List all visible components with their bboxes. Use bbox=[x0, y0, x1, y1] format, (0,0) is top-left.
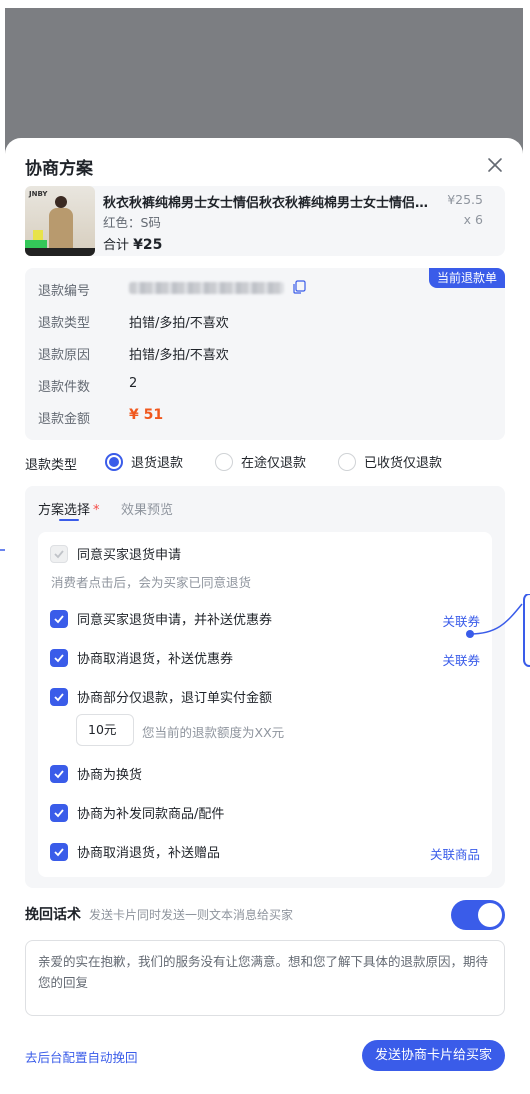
plan-options-card: 同意买家退货申请 消费者点击后，会为买家已同意退货 同意买家退货申请，并补送优惠… bbox=[38, 532, 492, 877]
radio-label: 已收货仅退款 bbox=[364, 456, 443, 471]
refund-info-panel: 当前退款单 退款编号 退款类型 拍错/多拍/不喜欢 退款原因 拍错/多拍/不喜欢… bbox=[25, 268, 505, 440]
refund-count-label: 退款件数 bbox=[38, 380, 91, 395]
check-icon bbox=[54, 614, 64, 623]
option-label: 同意买家退货申请 bbox=[77, 548, 182, 563]
radio-return-and-refund[interactable]: 退货退款 bbox=[105, 452, 183, 471]
radio-dot bbox=[338, 452, 356, 471]
option-agree-return-with-coupon[interactable]: 同意买家退货申请，并补送优惠券 bbox=[50, 609, 272, 628]
checkbox-checked[interactable] bbox=[50, 764, 68, 783]
radio-dot bbox=[215, 452, 233, 471]
option-label: 协商为换货 bbox=[77, 768, 143, 783]
connector-pointer-icon bbox=[466, 594, 530, 667]
checkbox-checked[interactable] bbox=[50, 803, 68, 822]
checkbox-checked[interactable] bbox=[50, 609, 68, 628]
partial-refund-amount-input[interactable]: 10元 bbox=[76, 714, 134, 746]
refund-reason-value: 拍错/多拍/不喜欢 bbox=[129, 348, 229, 363]
option-label: 协商取消退货，补送赠品 bbox=[77, 846, 221, 861]
checkbox-disabled[interactable] bbox=[50, 544, 68, 563]
checkbox-checked[interactable] bbox=[50, 648, 68, 667]
partial-refund-hint: 您当前的退款额度为XX元 bbox=[142, 725, 285, 740]
check-icon bbox=[54, 808, 64, 817]
option-agree-return[interactable]: 同意买家退货申请 bbox=[50, 544, 181, 563]
product-card: JNBY 秋衣秋裤纯棉男士女士情侣秋衣秋裤纯棉男士女士情侣保暖内衣套装 红色：S… bbox=[25, 186, 505, 256]
radio-dot bbox=[105, 452, 123, 471]
option-exchange[interactable]: 协商为换货 bbox=[50, 764, 142, 783]
product-total: 合计 ¥25 bbox=[103, 234, 162, 253]
tab-effect-preview[interactable]: 效果预览 bbox=[121, 499, 173, 518]
option-description: 消费者点击后，会为买家已同意退货 bbox=[51, 575, 252, 590]
product-total-label: 合计 bbox=[103, 238, 130, 253]
product-total-value: ¥25 bbox=[133, 237, 163, 253]
config-auto-retention-link[interactable]: 去后台配置自动挽回 bbox=[25, 1047, 138, 1066]
option-cancel-return-gift[interactable]: 协商取消退货，补送赠品 bbox=[50, 842, 220, 861]
copy-icon[interactable] bbox=[291, 279, 307, 295]
send-negotiation-card-button[interactable]: 发送协商卡片给买家 bbox=[361, 1040, 505, 1071]
check-icon bbox=[54, 549, 64, 558]
product-sku: 红色：S码 bbox=[103, 215, 161, 230]
option-label: 协商取消退货，补送优惠券 bbox=[77, 652, 234, 667]
tab-plan-selection[interactable]: 方案选择 * bbox=[38, 499, 100, 518]
option-label: 协商为补发同款商品/配件 bbox=[77, 807, 225, 822]
refund-count-value: 2 bbox=[129, 376, 138, 391]
check-icon bbox=[54, 692, 64, 701]
refund-type-selector-label: 退款类型 bbox=[25, 458, 78, 473]
refund-reason-label: 退款原因 bbox=[38, 348, 91, 363]
option-label: 协商部分仅退款，退订单实付金额 bbox=[77, 691, 273, 706]
refund-type-value: 拍错/多拍/不喜欢 bbox=[129, 316, 229, 331]
close-icon[interactable] bbox=[485, 155, 505, 175]
radio-received-refund-only[interactable]: 已收货仅退款 bbox=[338, 452, 442, 471]
current-refund-tag: 当前退款单 bbox=[428, 268, 505, 288]
radio-label: 退货退款 bbox=[131, 456, 184, 471]
checkbox-checked[interactable] bbox=[50, 842, 68, 861]
link-associate-product[interactable]: 关联商品 bbox=[430, 844, 480, 863]
refund-id-label: 退款编号 bbox=[38, 284, 91, 299]
check-icon bbox=[54, 847, 64, 856]
product-price: ¥25.5 bbox=[447, 192, 483, 207]
refund-id-value-redacted bbox=[129, 282, 284, 294]
checkbox-checked[interactable] bbox=[50, 687, 68, 706]
check-icon bbox=[54, 769, 64, 778]
option-partial-refund[interactable]: 协商部分仅退款，退订单实付金额 bbox=[50, 687, 272, 706]
tab-label: 方案选择 bbox=[38, 503, 91, 518]
check-icon bbox=[54, 653, 64, 662]
product-name: 秋衣秋裤纯棉男士女士情侣秋衣秋裤纯棉男士女士情侣保暖内衣套装 bbox=[103, 196, 433, 211]
option-resend-item[interactable]: 协商为补发同款商品/配件 bbox=[50, 803, 224, 822]
radio-label: 在途仅退款 bbox=[241, 456, 307, 471]
negotiation-sheet: 协商方案 JNBY 秋衣秋裤纯棉男士女士情侣秋衣秋裤纯棉男士女士情侣保暖内衣套装… bbox=[5, 138, 523, 1084]
option-cancel-return-coupon[interactable]: 协商取消退货，补送优惠券 bbox=[50, 648, 233, 667]
required-mark: * bbox=[93, 503, 100, 518]
product-image-brand: JNBY bbox=[29, 190, 48, 198]
refund-amount-value: ¥ 51 bbox=[129, 407, 164, 423]
product-quantity: x 6 bbox=[463, 212, 483, 227]
retention-message-textarea[interactable]: 亲爱的实在抱歉，我们的服务没有让您满意。想和您了解下具体的退款原因，期待您的回复 bbox=[25, 940, 505, 1016]
active-tab-indicator bbox=[59, 519, 79, 521]
retention-toggle[interactable] bbox=[451, 900, 505, 930]
option-label: 同意买家退货申请，并补送优惠券 bbox=[77, 613, 273, 628]
product-image: JNBY bbox=[25, 186, 95, 256]
retention-title: 挽回话术 bbox=[25, 907, 81, 923]
sheet-title: 协商方案 bbox=[25, 159, 93, 179]
refund-type-label: 退款类型 bbox=[38, 316, 91, 331]
retention-subtitle: 发送卡片同时发送一则文本消息给买家 bbox=[89, 908, 294, 922]
refund-amount-label: 退款金额 bbox=[38, 412, 91, 427]
radio-in-transit-refund-only[interactable]: 在途仅退款 bbox=[215, 452, 306, 471]
plan-panel: 方案选择 * 效果预览 同意买家退货申请 消费者点击后，会为买家已同意退货 同意买… bbox=[25, 486, 505, 888]
